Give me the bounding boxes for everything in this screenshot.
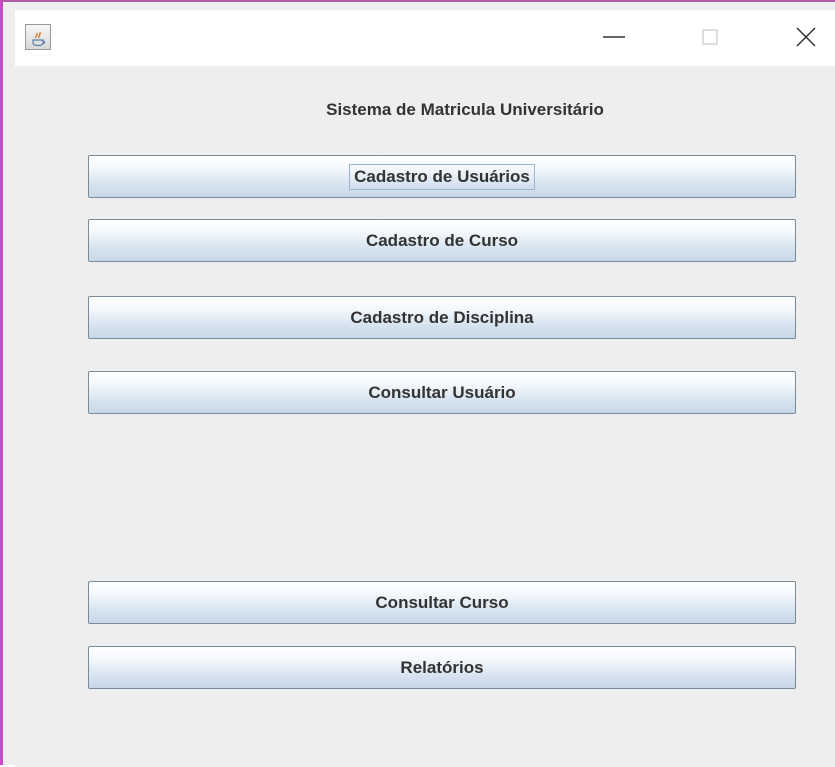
maximize-button[interactable] bbox=[687, 10, 733, 66]
button-label: Relatórios bbox=[400, 657, 484, 677]
maximize-icon bbox=[702, 29, 718, 45]
button-label: Consultar Usuário bbox=[368, 382, 516, 402]
page-title: Sistema de Matricula Universitário bbox=[326, 100, 604, 119]
main-panel: Sistema de Matricula Universitário Cadas… bbox=[15, 66, 835, 767]
minimize-icon bbox=[603, 36, 625, 38]
minimize-button[interactable] bbox=[591, 10, 637, 66]
cadastro-disciplina-button[interactable]: Cadastro de Disciplina bbox=[88, 296, 796, 339]
relatorios-button[interactable]: Relatórios bbox=[88, 646, 796, 689]
button-label: Consultar Curso bbox=[375, 592, 509, 612]
consultar-usuario-button[interactable]: Consultar Usuário bbox=[88, 371, 796, 414]
application-window: Sistema de Matricula Universitário Cadas… bbox=[0, 0, 835, 767]
button-label: Cadastro de Curso bbox=[365, 230, 519, 250]
cadastro-usuarios-button[interactable]: Cadastro de Usuários bbox=[88, 155, 796, 198]
close-icon bbox=[796, 27, 816, 47]
button-label: Cadastro de Disciplina bbox=[350, 307, 534, 327]
cadastro-curso-button[interactable]: Cadastro de Curso bbox=[88, 219, 796, 262]
close-button[interactable] bbox=[783, 10, 829, 66]
consultar-curso-button[interactable]: Consultar Curso bbox=[88, 581, 796, 624]
java-icon[interactable] bbox=[25, 24, 51, 50]
button-label: Cadastro de Usuários bbox=[349, 163, 535, 190]
title-bar[interactable] bbox=[15, 10, 835, 66]
